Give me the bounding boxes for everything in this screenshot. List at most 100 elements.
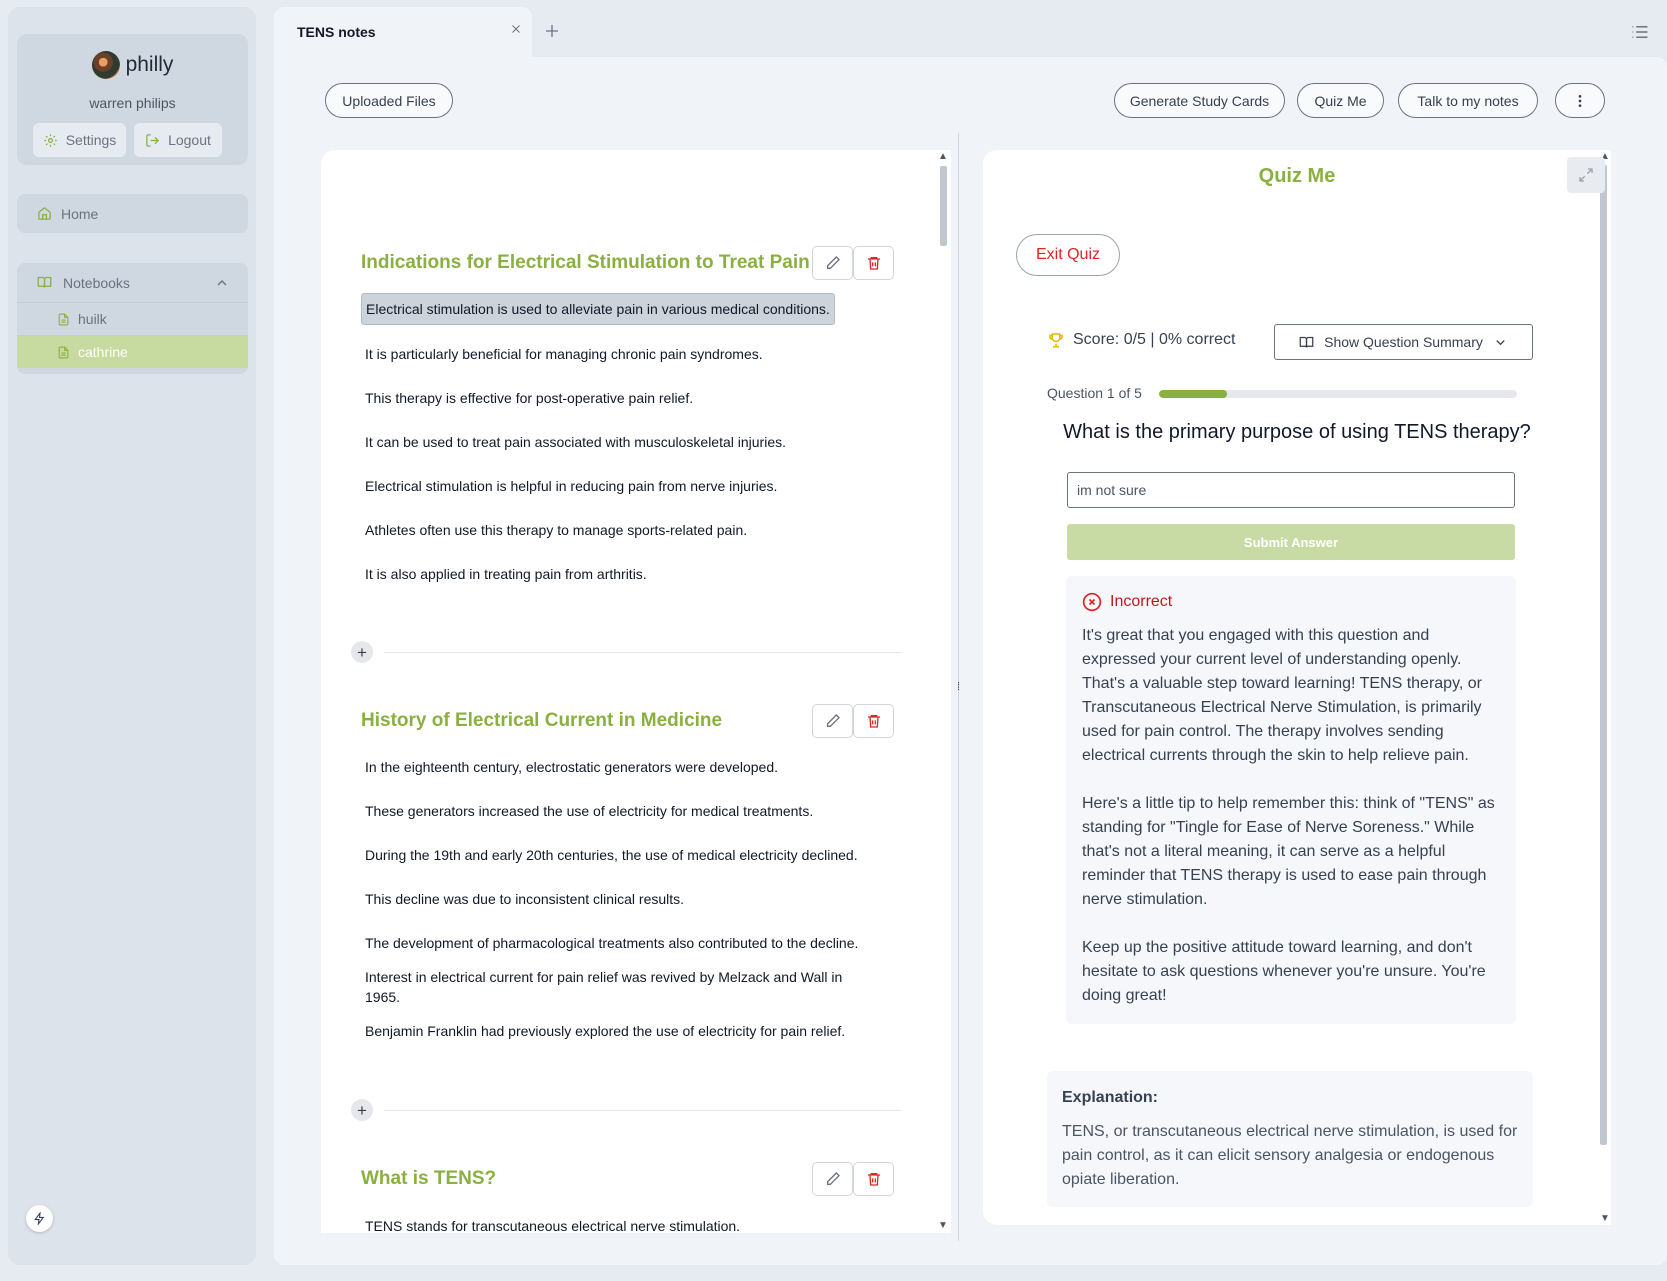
logout-icon (146, 133, 160, 147)
nav-home[interactable]: Home (17, 194, 248, 233)
add-section-button[interactable]: + (351, 1099, 373, 1121)
score-text: Score: 0/5 | 0% correct (1073, 331, 1236, 348)
section-title: Indications for Electrical Stimulation t… (361, 252, 810, 273)
explanation-box: Explanation: TENS, or transcutaneous ele… (1047, 1071, 1533, 1207)
trash-icon (867, 257, 880, 270)
feedback-box: Incorrect It's great that you engaged wi… (1066, 576, 1516, 1024)
question-number: Question 1 of 5 (1047, 385, 1142, 401)
pencil-icon (826, 256, 840, 269)
book-icon (37, 276, 52, 288)
exit-quiz-button[interactable]: Exit Quiz (1016, 234, 1120, 276)
add-section-button[interactable]: + (351, 641, 373, 663)
notebook-item-label: huilk (78, 311, 107, 327)
chevron-down-icon (1496, 339, 1505, 345)
trash-icon (867, 1173, 880, 1186)
note-line[interactable]: Benjamin Franklin had previously explore… (365, 1021, 885, 1041)
feedback-status-label: Incorrect (1110, 593, 1173, 610)
edit-section-button[interactable] (812, 246, 853, 280)
quiz-progress-fill (1159, 390, 1228, 398)
chevron-up-icon (217, 280, 227, 286)
tab-bar: TENS notes (266, 7, 1667, 58)
notes-scroll-down[interactable]: ▼ (938, 1221, 948, 1231)
question-text: What is the primary purpose of using TEN… (1063, 421, 1531, 443)
close-icon[interactable] (510, 23, 522, 35)
quiz-progress-bar (1159, 390, 1517, 398)
gear-icon (43, 133, 57, 147)
book-icon (1299, 336, 1314, 348)
tab-tens-notes[interactable]: TENS notes (274, 7, 532, 58)
notebooks-section: Notebooks huilk cathrine (17, 263, 248, 374)
delete-section-button[interactable] (853, 1162, 894, 1196)
avatar[interactable] (91, 51, 120, 79)
notebooks-label: Notebooks (63, 274, 130, 291)
note-line[interactable]: It is also applied in treating pain from… (365, 564, 845, 584)
talk-to-notes-button[interactable]: Talk to my notes (1398, 83, 1538, 118)
note-line[interactable]: It is particularly beneficial for managi… (365, 344, 845, 364)
show-question-summary-button[interactable]: Show Question Summary (1274, 324, 1533, 360)
note-line[interactable]: Interest in electrical current for pain … (365, 967, 845, 1007)
quiz-me-button[interactable]: Quiz Me (1297, 83, 1384, 118)
section-divider: + (351, 641, 902, 663)
feedback-paragraph: Here's a little tip to help remember thi… (1082, 795, 1495, 908)
more-vertical-icon (1578, 94, 1582, 107)
more-options-button[interactable] (1555, 83, 1605, 118)
home-icon (38, 207, 51, 220)
file-icon (58, 346, 69, 358)
trophy-icon (1049, 333, 1063, 348)
settings-label: Settings (65, 132, 117, 148)
feedback-status: Incorrect (1082, 592, 1172, 612)
plus-icon[interactable] (544, 23, 560, 39)
notebook-item-huilk[interactable]: huilk (17, 302, 248, 335)
notes-scrollbar[interactable] (940, 166, 947, 246)
quiz-scroll-down[interactable]: ▼ (1600, 1214, 1610, 1224)
list-icon[interactable] (1631, 24, 1649, 40)
notes-scroll-up[interactable]: ▲ (938, 152, 948, 162)
x-circle-icon (1082, 592, 1102, 612)
section-divider: + (351, 1099, 902, 1121)
note-line[interactable]: Electrical stimulation is helpful in red… (365, 476, 845, 496)
notes-panel: Indications for Electrical Stimulation t… (321, 150, 951, 1233)
note-line[interactable]: TENS stands for transcutaneous electrica… (365, 1216, 845, 1233)
bolt-button[interactable] (26, 1205, 53, 1232)
notebook-item-cathrine[interactable]: cathrine (17, 335, 248, 368)
feedback-paragraph: Keep up the positive attitude toward lea… (1082, 939, 1486, 1004)
delete-section-button[interactable] (853, 246, 894, 280)
score: Score: 0/5 | 0% correct (1047, 331, 1235, 349)
edit-section-button[interactable] (812, 704, 853, 738)
file-icon (58, 313, 69, 325)
tab-label: TENS notes (297, 24, 376, 40)
section-title: What is TENS? (361, 1168, 497, 1189)
feedback-paragraph: It's great that you engaged with this qu… (1082, 627, 1483, 764)
uploaded-files-button[interactable]: Uploaded Files (325, 83, 453, 118)
notebook-item-label: cathrine (78, 344, 128, 360)
user-full-name: warren philips (89, 95, 176, 111)
note-line[interactable]: In the eighteenth century, electrostatic… (365, 757, 845, 777)
note-line[interactable]: The development of pharmacological treat… (365, 933, 885, 953)
nav-home-label: Home (61, 205, 99, 222)
splitter-handle[interactable]: ⁞ (954, 681, 963, 694)
generate-study-cards-button[interactable]: Generate Study Cards (1114, 83, 1285, 118)
notebooks-toggle[interactable]: Notebooks (17, 263, 248, 302)
note-line[interactable]: It can be used to treat pain associated … (365, 432, 845, 452)
trash-icon (867, 715, 880, 728)
quiz-scrollbar[interactable] (1600, 165, 1607, 1145)
profile-card: philly warren philips Settings Logout (17, 34, 248, 165)
logout-button[interactable]: Logout (134, 123, 222, 157)
note-line[interactable]: These generators increased the use of el… (365, 801, 845, 821)
edit-section-button[interactable] (812, 1162, 853, 1196)
note-line[interactable]: This therapy is effective for post-opera… (365, 388, 845, 408)
explanation-label: Explanation: (1062, 1089, 1159, 1106)
submit-answer-button[interactable]: Submit Answer (1067, 524, 1515, 560)
answer-input[interactable] (1067, 472, 1515, 508)
note-line[interactable]: During the 19th and early 20th centuries… (365, 845, 885, 865)
note-line[interactable]: Electrical stimulation is used to allevi… (361, 293, 835, 325)
pencil-icon (826, 1172, 840, 1185)
note-line[interactable]: Athletes often use this therapy to manag… (365, 520, 845, 540)
summary-label: Show Question Summary (1324, 334, 1483, 350)
section-title: History of Electrical Current in Medicin… (361, 710, 723, 731)
feedback-body: It's great that you engaged with this qu… (1082, 624, 1500, 1032)
settings-button[interactable]: Settings (33, 123, 126, 157)
delete-section-button[interactable] (853, 704, 894, 738)
note-line[interactable]: This decline was due to inconsistent cli… (365, 889, 845, 909)
username: philly (125, 53, 174, 76)
